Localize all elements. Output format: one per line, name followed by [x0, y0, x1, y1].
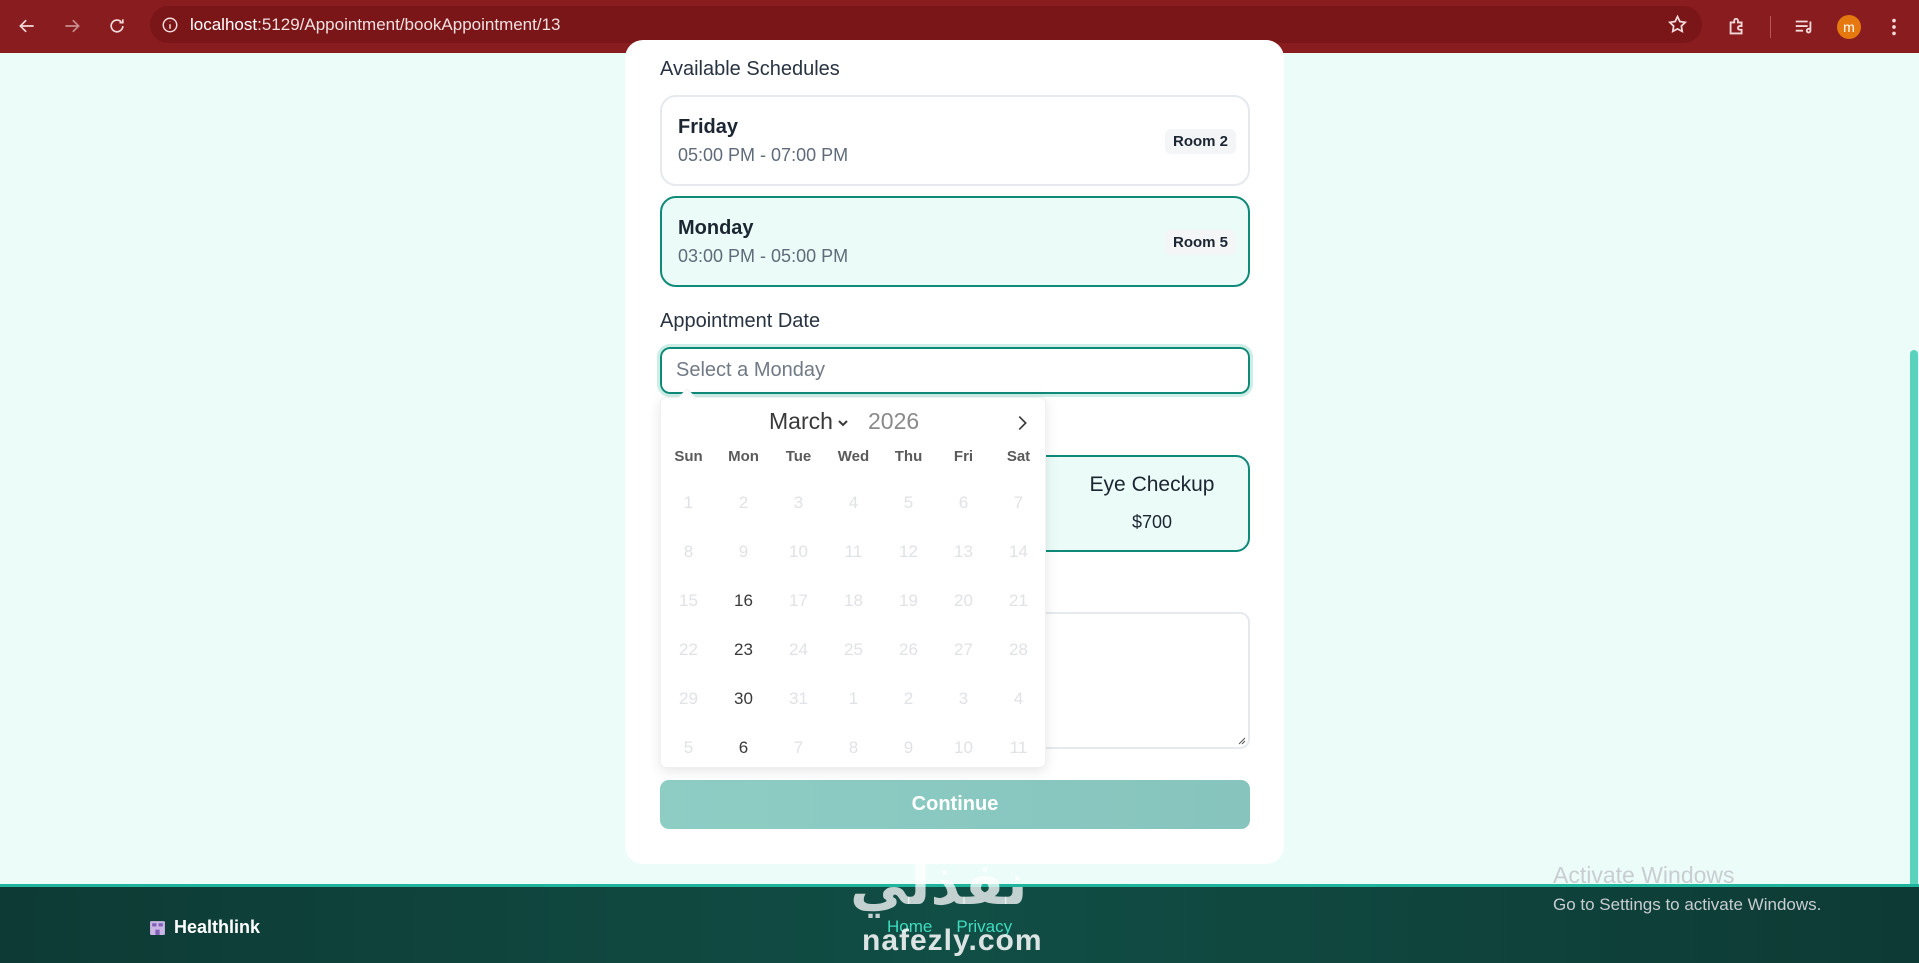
- watermark-arabic: نفذلي: [850, 850, 1028, 918]
- address-bar[interactable]: localhost:5129/Appointment/bookAppointme…: [150, 6, 1702, 43]
- calendar-day-disabled: 11: [844, 541, 863, 561]
- scrollbar-thumb[interactable]: [1910, 350, 1918, 920]
- back-button[interactable]: [5, 4, 49, 48]
- calendar-day-disabled: 18: [844, 590, 863, 610]
- date-picker: March 2026 Sun Mon Tue Wed Thu Fri Sat 1…: [660, 388, 1047, 768]
- schedule-time: 03:00 PM - 05:00 PM: [678, 246, 849, 266]
- resize-grip-icon[interactable]: [1236, 735, 1246, 745]
- calendar-day-disabled: 15: [679, 590, 698, 610]
- site-info-icon[interactable]: [150, 16, 190, 34]
- month-label: March: [769, 408, 833, 434]
- calendar-day-disabled: 4: [1013, 688, 1024, 708]
- calendar-day-disabled: 21: [1009, 590, 1028, 610]
- schedule-day: Monday: [678, 217, 754, 239]
- calendar-day-disabled: 1: [848, 688, 859, 708]
- calendar-day-disabled: 28: [1009, 639, 1028, 659]
- weekday-label: Tue: [785, 448, 812, 465]
- calendar-day-disabled: 27: [954, 639, 973, 659]
- calendar-day-disabled: 19: [899, 590, 918, 610]
- year-input[interactable]: 2026: [868, 408, 919, 435]
- calendar-day-disabled: 22: [679, 639, 698, 659]
- chevron-down-icon: [838, 420, 848, 427]
- calendar-day-disabled: 8: [848, 737, 859, 757]
- watermark-text: nafezly.com: [862, 924, 1043, 957]
- calendar-day-disabled: 7: [793, 737, 804, 757]
- profile-avatar[interactable]: m: [1837, 14, 1861, 39]
- appointment-date-input[interactable]: [657, 344, 1253, 397]
- brand-name: Healthlink: [174, 917, 261, 937]
- calendar-day-disabled: 10: [789, 541, 808, 561]
- footer-brand[interactable]: Healthlink: [149, 917, 260, 938]
- calendar-day-disabled: 8: [683, 541, 694, 561]
- weekday-label: Fri: [953, 448, 974, 465]
- calendar-day-disabled: 31: [789, 688, 808, 708]
- next-month-icon[interactable]: [1011, 412, 1033, 434]
- appointment-date-label: Appointment Date: [660, 310, 821, 332]
- calendar-day-available[interactable]: 6: [716, 723, 771, 772]
- calendar-day-disabled: 11: [1009, 737, 1028, 757]
- calendar-day-disabled: 2: [903, 688, 914, 708]
- hospital-icon: [150, 921, 165, 935]
- calendar-day-disabled: 3: [793, 492, 804, 512]
- reload-button[interactable]: [95, 4, 139, 48]
- schedule-time: 05:00 PM - 07:00 PM: [678, 145, 849, 165]
- weekday-header: Sun Mon Tue Wed Thu Fri Sat: [661, 448, 1047, 465]
- arrow-left-icon: [19, 19, 34, 33]
- activate-title: Activate Windows: [1553, 862, 1735, 888]
- schedule-day: Friday: [678, 116, 739, 138]
- activate-windows-notice: Activate Windows Go to Settings to activ…: [1553, 862, 1821, 915]
- month-select[interactable]: March: [769, 408, 849, 435]
- extensions-icon[interactable]: [1726, 16, 1748, 38]
- calendar-day-available[interactable]: 23: [716, 625, 771, 674]
- calendar-day-disabled: 9: [903, 737, 914, 757]
- media-queue-icon[interactable]: [1793, 16, 1815, 38]
- available-schedules-label: Available Schedules: [660, 58, 840, 80]
- room-badge: Room 5: [1164, 230, 1236, 255]
- watermark-logo: نفذلي nafezly.com: [850, 850, 1070, 960]
- weekday-label: Sun: [674, 448, 703, 465]
- forward-button[interactable]: [50, 4, 94, 48]
- calendar-day-disabled: 13: [954, 541, 973, 561]
- weekday-label: Mon: [728, 448, 759, 465]
- calendar-day-disabled: 7: [1013, 492, 1024, 512]
- schedule-option-friday[interactable]: Friday 05:00 PM - 07:00 PM Room 2: [660, 95, 1250, 186]
- calendar-day-disabled: 2: [738, 492, 749, 512]
- calendar-day-disabled: 9: [738, 541, 749, 561]
- schedule-option-monday[interactable]: Monday 03:00 PM - 05:00 PM Room 5: [660, 196, 1250, 287]
- day-grid: 1 2 3 4 5 6 7 8 9 10 11 12 13 14 15 16 17 18 19 20 21 22 23 24 2…: [661, 478, 1047, 772]
- calendar-day-disabled: 5: [903, 492, 914, 512]
- more-menu-icon[interactable]: [1883, 16, 1905, 38]
- continue-button[interactable]: Continue: [660, 780, 1250, 829]
- weekday-label: Wed: [837, 448, 870, 465]
- calendar-day-available[interactable]: 16: [716, 576, 771, 625]
- calendar-day-disabled: 29: [679, 688, 698, 708]
- toolbar-divider: [1770, 15, 1771, 38]
- calendar-day-disabled: 20: [954, 590, 973, 610]
- room-badge: Room 2: [1164, 129, 1236, 154]
- calendar-day-disabled: 10: [954, 737, 973, 757]
- calendar-day-disabled: 4: [848, 492, 859, 512]
- weekday-label: Sat: [1006, 448, 1031, 465]
- calendar-day-disabled: 3: [958, 688, 969, 708]
- calendar-day-disabled: 12: [899, 541, 918, 561]
- calendar-day-disabled: 25: [844, 639, 863, 659]
- calendar-day-disabled: 26: [899, 639, 918, 659]
- calendar-day-disabled: 14: [1009, 541, 1028, 561]
- date-picker-header: March 2026: [661, 408, 1047, 440]
- calendar-day-disabled: 24: [789, 639, 808, 659]
- url-text: localhost:5129/Appointment/bookAppointme…: [190, 14, 561, 34]
- bookmark-star-icon[interactable]: [1667, 14, 1688, 40]
- arrow-right-icon: [65, 19, 80, 33]
- reload-icon: [110, 19, 124, 33]
- weekday-label: Thu: [894, 448, 923, 465]
- calendar-day-disabled: 5: [683, 737, 694, 757]
- activate-subtitle: Go to Settings to activate Windows.: [1553, 895, 1822, 914]
- calendar-day-disabled: 17: [789, 590, 808, 610]
- calendar-day-disabled: 6: [958, 492, 969, 512]
- calendar-day-available[interactable]: 30: [716, 674, 771, 723]
- calendar-day-disabled: 1: [683, 492, 694, 512]
